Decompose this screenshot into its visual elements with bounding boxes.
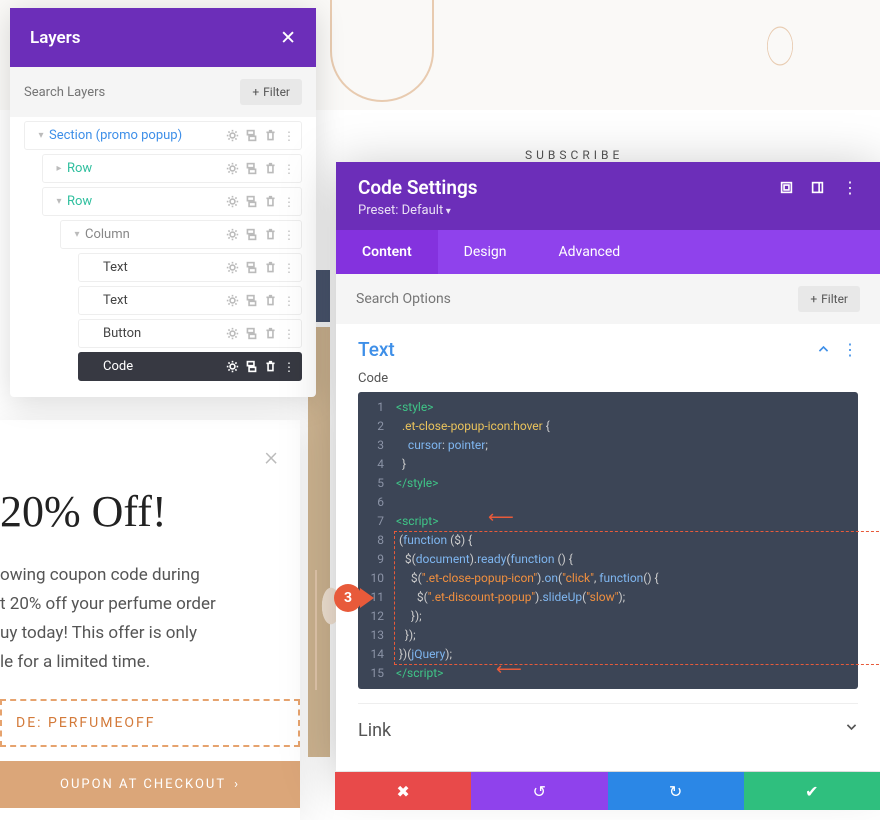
caret-icon[interactable]: ▸ bbox=[53, 163, 65, 174]
layer-row[interactable]: ▾ Section (promo popup) ⋮ bbox=[24, 121, 302, 150]
chevron-down-icon[interactable] bbox=[845, 720, 858, 741]
plus-icon: + bbox=[252, 85, 259, 99]
menu-icon[interactable]: ⋮ bbox=[283, 327, 295, 341]
redo-button[interactable]: ↻ bbox=[608, 772, 744, 810]
trash-icon[interactable] bbox=[264, 327, 277, 340]
gear-icon[interactable] bbox=[226, 294, 239, 307]
cancel-button[interactable]: ✖ bbox=[335, 772, 471, 810]
trash-icon[interactable] bbox=[264, 261, 277, 274]
trash-icon[interactable] bbox=[264, 360, 277, 373]
menu-icon[interactable]: ⋮ bbox=[283, 129, 295, 143]
layers-title: Layers bbox=[30, 28, 81, 48]
tab-advanced[interactable]: Advanced bbox=[533, 230, 647, 274]
menu-icon[interactable]: ⋮ bbox=[283, 195, 295, 209]
annotation-pointer-icon bbox=[360, 588, 374, 608]
layer-label: Row bbox=[67, 161, 226, 176]
layer-row[interactable]: ▾ Column ⋮ bbox=[60, 220, 302, 249]
layers-panel: Layers ✕ +Filter ▾ Section (promo popup)… bbox=[10, 8, 316, 397]
trash-icon[interactable] bbox=[264, 129, 277, 142]
duplicate-icon[interactable] bbox=[245, 294, 258, 307]
layer-label: Text bbox=[103, 293, 226, 308]
filter-button[interactable]: +Filter bbox=[798, 286, 860, 312]
menu-icon[interactable]: ⋮ bbox=[283, 261, 295, 275]
collapse-icon[interactable] bbox=[817, 343, 830, 356]
duplicate-icon[interactable] bbox=[245, 195, 258, 208]
menu-icon[interactable]: ⋮ bbox=[283, 228, 295, 242]
layer-label: Row bbox=[67, 194, 226, 209]
menu-icon[interactable]: ⋮ bbox=[842, 178, 858, 197]
trash-icon[interactable] bbox=[264, 294, 277, 307]
trash-icon[interactable] bbox=[264, 195, 277, 208]
menu-icon[interactable]: ⋮ bbox=[283, 162, 295, 176]
chevron-right-icon: › bbox=[234, 777, 240, 792]
menu-icon[interactable]: ⋮ bbox=[283, 294, 295, 308]
layer-row[interactable]: ▾ Row ⋮ bbox=[42, 187, 302, 216]
apply-coupon-button[interactable]: OUPON AT CHECKOUT› bbox=[0, 761, 300, 808]
save-button[interactable]: ✔ bbox=[744, 772, 880, 810]
annotation-arrow-icon: ⟵ bbox=[488, 508, 514, 527]
search-layers-input[interactable] bbox=[24, 85, 230, 100]
tab-content[interactable]: Content bbox=[336, 230, 438, 274]
action-bar: ✖ ↺ ↻ ✔ bbox=[335, 772, 880, 810]
close-icon[interactable]: × bbox=[264, 442, 278, 472]
trash-icon[interactable] bbox=[264, 228, 277, 241]
panel-icon[interactable] bbox=[811, 181, 824, 194]
tab-design[interactable]: Design bbox=[438, 230, 533, 274]
duplicate-icon[interactable] bbox=[245, 360, 258, 373]
caret-icon[interactable]: ▾ bbox=[71, 229, 83, 240]
gear-icon[interactable] bbox=[226, 228, 239, 241]
gear-icon[interactable] bbox=[226, 261, 239, 274]
duplicate-icon[interactable] bbox=[245, 162, 258, 175]
duplicate-icon[interactable] bbox=[245, 327, 258, 340]
annotation-arrow-icon: ⟵ bbox=[496, 660, 522, 679]
filter-button[interactable]: +Filter bbox=[240, 79, 302, 105]
search-options-input[interactable] bbox=[356, 291, 534, 307]
preset-dropdown[interactable]: Preset: Default bbox=[358, 203, 858, 218]
caret-icon[interactable]: ▾ bbox=[35, 130, 47, 141]
gear-icon[interactable] bbox=[226, 162, 239, 175]
promo-headline: 20% Off! bbox=[0, 486, 300, 537]
trash-icon[interactable] bbox=[264, 162, 277, 175]
gear-icon[interactable] bbox=[226, 129, 239, 142]
menu-icon[interactable]: ⋮ bbox=[283, 360, 295, 374]
modal-title: Code Settings bbox=[358, 176, 478, 199]
duplicate-icon[interactable] bbox=[245, 228, 258, 241]
caret-icon[interactable]: ▾ bbox=[53, 196, 65, 207]
code-label: Code bbox=[358, 371, 858, 386]
coupon-code: DE: PERFUMEOFF bbox=[0, 699, 300, 747]
expand-icon[interactable] bbox=[780, 181, 793, 194]
plus-icon: + bbox=[810, 292, 817, 306]
menu-icon[interactable]: ⋮ bbox=[842, 340, 858, 359]
section-title-link[interactable]: Link bbox=[358, 720, 391, 741]
section-title-text: Text bbox=[358, 338, 395, 361]
layer-label: Code bbox=[103, 359, 226, 374]
code-settings-modal: Code Settings ⋮ Preset: Default Content … bbox=[336, 162, 880, 771]
layer-label: Text bbox=[103, 260, 226, 275]
undo-button[interactable]: ↺ bbox=[471, 772, 607, 810]
subscribe-heading: SUBSCRIBE bbox=[525, 148, 623, 162]
gear-icon[interactable] bbox=[226, 195, 239, 208]
duplicate-icon[interactable] bbox=[245, 129, 258, 142]
promo-popup: × 20% Off! owing coupon code during t 20… bbox=[0, 420, 300, 820]
layer-label: Column bbox=[85, 227, 226, 242]
layer-row[interactable]: Code ⋮ bbox=[78, 352, 302, 381]
layer-label: Section (promo popup) bbox=[49, 128, 226, 143]
layer-row[interactable]: Button ⋮ bbox=[78, 319, 302, 348]
duplicate-icon[interactable] bbox=[245, 261, 258, 274]
layer-row[interactable]: ▸ Row ⋮ bbox=[42, 154, 302, 183]
promo-body: owing coupon code during t 20% off your … bbox=[0, 561, 300, 677]
gear-icon[interactable] bbox=[226, 360, 239, 373]
layer-label: Button bbox=[103, 326, 226, 341]
layer-row[interactable]: Text ⋮ bbox=[78, 286, 302, 315]
gear-icon[interactable] bbox=[226, 327, 239, 340]
code-editor[interactable]: 123456789101112131415 <style> .et-close-… bbox=[358, 392, 858, 689]
annotation-badge: 3 bbox=[334, 584, 362, 612]
close-icon[interactable]: ✕ bbox=[280, 26, 296, 49]
layer-row[interactable]: Text ⋮ bbox=[78, 253, 302, 282]
